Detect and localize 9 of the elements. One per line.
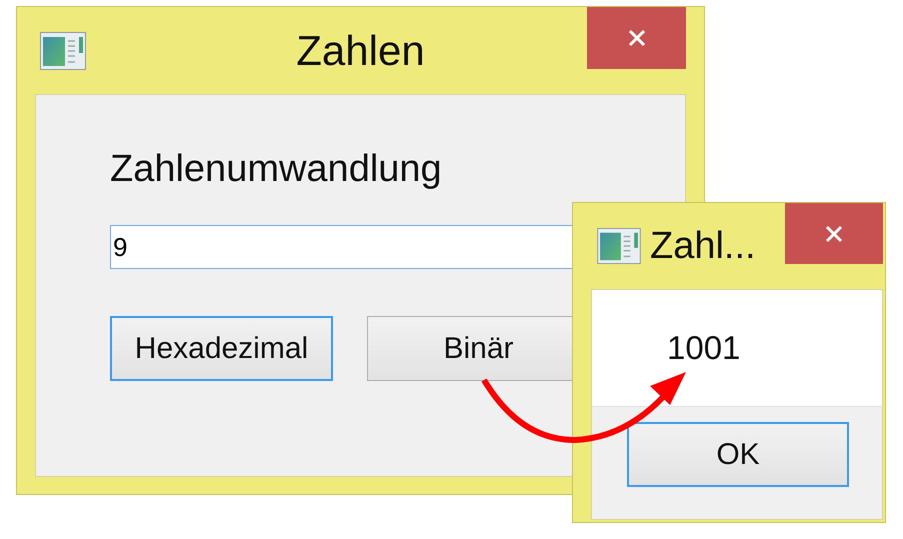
- close-button[interactable]: [785, 203, 883, 264]
- window-icon: [596, 228, 642, 264]
- heading-label: Zahlenumwandlung: [110, 149, 443, 189]
- close-button[interactable]: [587, 7, 686, 69]
- window-title: Zahlen: [296, 26, 425, 74]
- window-icon: [40, 32, 86, 70]
- convert-button[interactable]: Hexadezimal: [110, 316, 333, 381]
- result-text: 1001: [667, 329, 740, 366]
- ok-button[interactable]: OK: [627, 422, 849, 487]
